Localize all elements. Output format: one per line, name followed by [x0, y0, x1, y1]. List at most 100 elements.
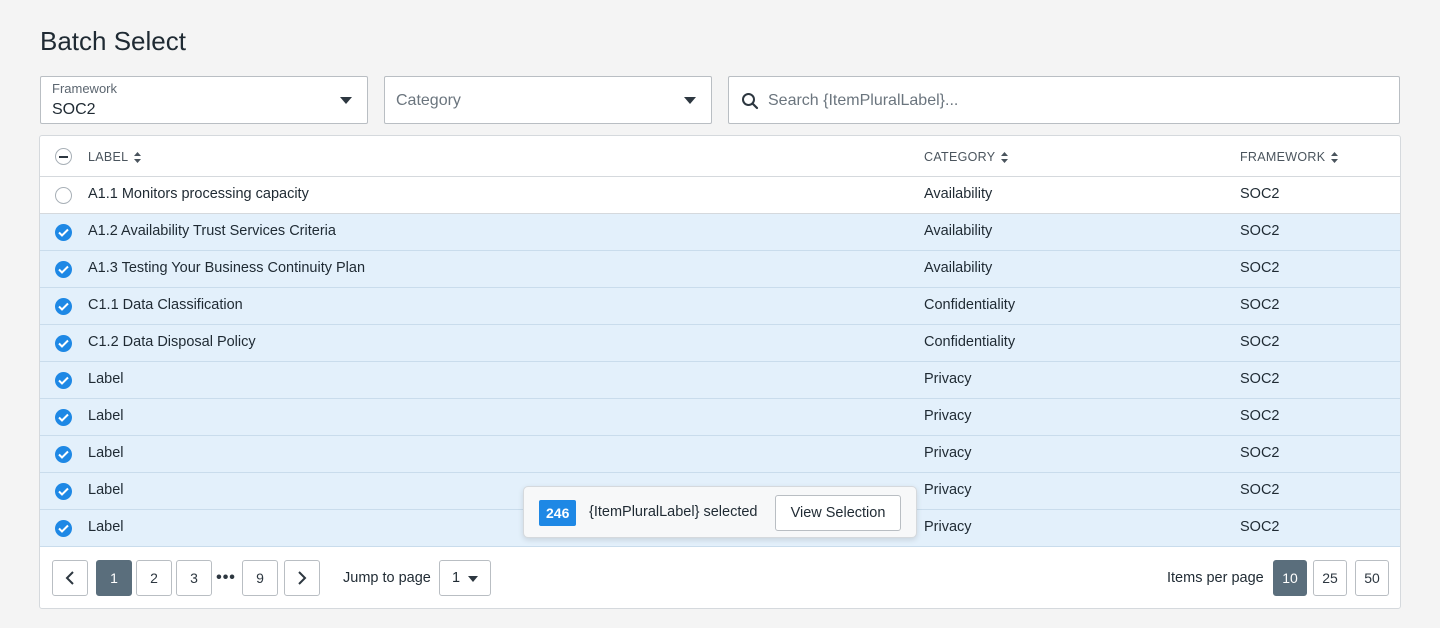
cell-framework: SOC2 [1240, 445, 1280, 461]
jump-to-page-value: 1 [452, 570, 461, 586]
search-input[interactable]: Search {ItemPluralLabel}... [728, 76, 1400, 124]
cell-category: Privacy [924, 371, 972, 387]
cell-framework: SOC2 [1240, 297, 1280, 313]
check-icon [58, 487, 69, 496]
check-icon [58, 413, 69, 422]
check-icon [58, 339, 69, 348]
next-page-button[interactable] [284, 560, 320, 596]
chevron-left-icon [65, 571, 74, 585]
cell-framework: SOC2 [1240, 519, 1280, 535]
table-header: LABEL CATEGORY FRAMEWORK [40, 136, 1400, 177]
check-icon [58, 302, 69, 311]
column-header-framework[interactable]: FRAMEWORK [1240, 150, 1339, 164]
column-header-label-text: LABEL [88, 150, 129, 164]
sort-icon [134, 151, 142, 163]
table-row[interactable]: Label Privacy SOC2 [40, 362, 1400, 399]
cell-category: Confidentiality [924, 297, 1016, 313]
cell-label: Label [88, 519, 124, 535]
selected-message: {ItemPluralLabel} selected [589, 504, 758, 520]
column-header-category[interactable]: CATEGORY [924, 150, 1009, 164]
selection-toast: 246 {ItemPluralLabel} selected View Sele… [523, 486, 917, 538]
table-row[interactable]: A1.1 Monitors processing capacity Availab… [40, 177, 1400, 214]
category-select[interactable]: Category [384, 76, 712, 124]
selected-count-badge: 246 [539, 500, 577, 526]
search-input-placeholder: Search {ItemPluralLabel}... [768, 92, 959, 109]
items-per-page-25[interactable]: 25 [1313, 560, 1347, 596]
column-header-label[interactable]: LABEL [88, 150, 142, 164]
cell-label: A1.3 Testing Your Business Continuity Pl… [88, 260, 366, 276]
caret-down-icon [684, 97, 696, 104]
cell-category: Availability [924, 223, 993, 239]
row-checkbox[interactable] [55, 372, 72, 389]
framework-select[interactable]: Framework SOC2 [40, 76, 368, 124]
select-all-checkbox[interactable] [55, 148, 72, 165]
sort-icon [1001, 151, 1009, 163]
items-per-page-50[interactable]: 50 [1355, 560, 1389, 596]
cell-category: Privacy [924, 408, 972, 424]
cell-label: A1.2 Availability Trust Services Criteri… [88, 223, 336, 239]
cell-framework: SOC2 [1240, 186, 1280, 202]
cell-framework: SOC2 [1240, 260, 1280, 276]
table-row[interactable]: Label Privacy SOC2 [40, 436, 1400, 473]
cell-framework: SOC2 [1240, 482, 1280, 498]
table-row[interactable]: Label Privacy SOC2 [40, 399, 1400, 436]
row-checkbox[interactable] [55, 261, 72, 278]
table-row[interactable]: A1.3 Testing Your Business Continuity Pl… [40, 251, 1400, 288]
cell-framework: SOC2 [1240, 371, 1280, 387]
row-checkbox[interactable] [55, 298, 72, 315]
cell-label: C1.2 Data Disposal Policy [88, 334, 256, 350]
cell-framework: SOC2 [1240, 223, 1280, 239]
table-row[interactable]: A1.2 Availability Trust Services Criteri… [40, 214, 1400, 251]
framework-select-value: SOC2 [52, 101, 96, 118]
cell-category: Privacy [924, 445, 972, 461]
table-row[interactable]: C1.1 Data Classification Confidentiality S… [40, 288, 1400, 325]
check-icon [58, 450, 69, 459]
cell-label: Label [88, 482, 124, 498]
cell-label: Label [88, 371, 124, 387]
page-button-3[interactable]: 3 [176, 560, 212, 596]
row-checkbox[interactable] [55, 224, 72, 241]
row-checkbox[interactable] [55, 520, 72, 537]
view-selection-button[interactable]: View Selection [775, 495, 901, 531]
check-icon [58, 228, 69, 237]
prev-page-button[interactable] [52, 560, 88, 596]
row-checkbox[interactable] [55, 409, 72, 426]
cell-label: C1.1 Data Classification [88, 297, 243, 313]
check-icon [58, 376, 69, 385]
check-icon [58, 524, 69, 533]
row-checkbox[interactable] [55, 335, 72, 352]
jump-to-page-label: Jump to page [343, 570, 431, 586]
category-select-placeholder: Category [396, 92, 461, 109]
cell-framework: SOC2 [1240, 334, 1280, 350]
page-button-2[interactable]: 2 [136, 560, 172, 596]
cell-category: Privacy [924, 482, 972, 498]
row-checkbox[interactable] [55, 187, 72, 204]
cell-label: A1.1 Monitors processing capacity [88, 186, 309, 202]
sort-icon [1331, 151, 1339, 163]
cell-label: Label [88, 445, 124, 461]
caret-down-icon [468, 576, 478, 582]
page-button-1[interactable]: 1 [96, 560, 132, 596]
table-row[interactable]: C1.2 Data Disposal Policy Confidentiality… [40, 325, 1400, 362]
caret-down-icon [340, 97, 352, 104]
cell-category: Availability [924, 186, 993, 202]
page-title: Batch Select [40, 26, 186, 56]
items-per-page-label: Items per page [1167, 570, 1264, 586]
cell-framework: SOC2 [1240, 408, 1280, 424]
chevron-right-icon [298, 571, 307, 585]
pagination-ellipsis: ••• [216, 569, 236, 586]
cell-category: Confidentiality [924, 334, 1016, 350]
page-button-9[interactable]: 9 [242, 560, 278, 596]
cell-category: Privacy [924, 519, 972, 535]
framework-select-label: Framework [52, 81, 118, 96]
jump-to-page-select[interactable]: 1 [439, 560, 491, 596]
column-header-framework-text: FRAMEWORK [1240, 150, 1326, 164]
cell-category: Availability [924, 260, 993, 276]
search-icon [742, 93, 759, 110]
check-icon [58, 265, 69, 274]
row-checkbox[interactable] [55, 483, 72, 500]
column-header-category-text: CATEGORY [924, 150, 996, 164]
row-checkbox[interactable] [55, 446, 72, 463]
cell-label: Label [88, 408, 124, 424]
items-per-page-10[interactable]: 10 [1273, 560, 1307, 596]
